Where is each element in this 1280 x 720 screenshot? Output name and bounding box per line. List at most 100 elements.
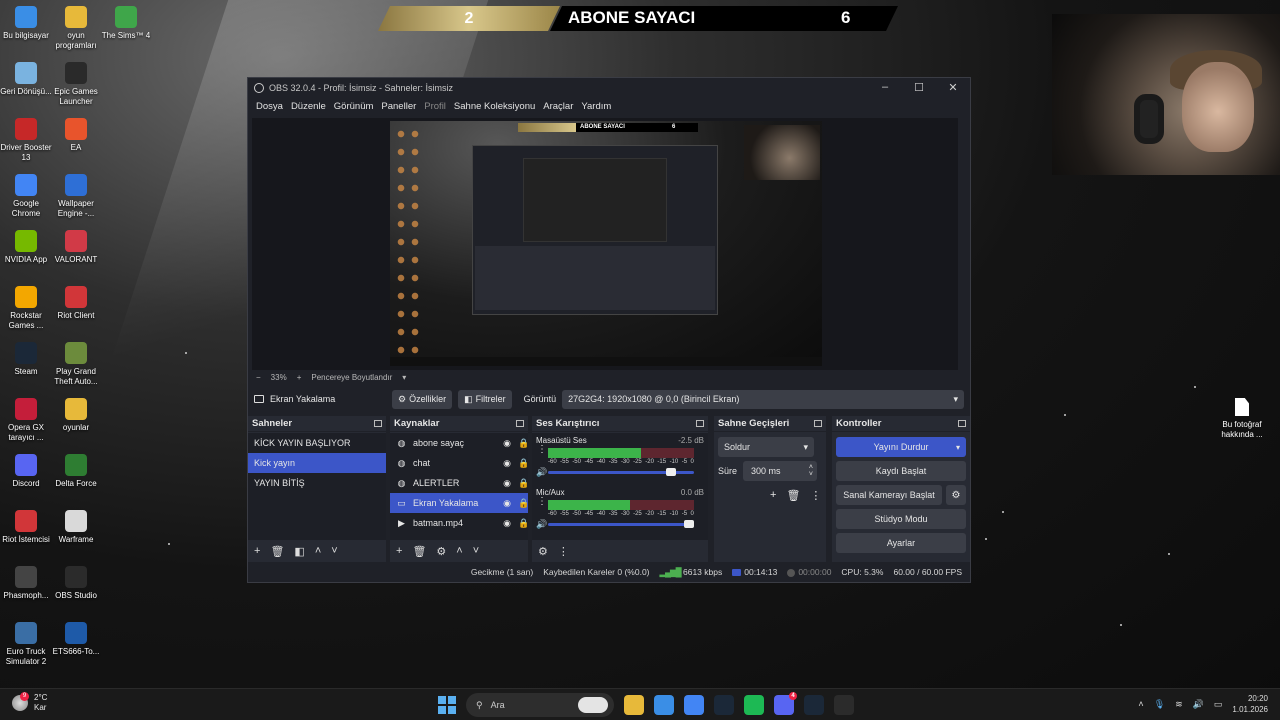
lock-icon[interactable]: 🔒 [518,518,529,529]
volume-slider[interactable] [548,520,694,528]
menu-araclar[interactable]: Araçlar [539,101,577,112]
search-box[interactable]: ⚲ Ara [466,693,614,717]
trash-icon[interactable]: 🗑 [270,545,284,558]
chrome-icon[interactable] [684,695,704,715]
spin-icon[interactable]: ˄ ˅ [809,464,813,478]
fit-window-button[interactable]: Pencereye Boyutlandır [311,373,392,382]
chevron-up-icon[interactable]: ˄ [1138,699,1143,709]
popout-icon[interactable] [958,420,966,427]
speaker-icon[interactable]: 🔊 [536,467,547,478]
desktop-icon[interactable]: Riot Client [50,286,102,321]
desktop-icon[interactable]: Phasmoph... [0,566,52,601]
minimize-icon[interactable]: – [868,81,902,94]
popout-icon[interactable] [374,420,382,427]
slider-knob[interactable] [684,520,694,528]
desktop-icon[interactable]: Rockstar Games ... [0,286,52,331]
studio-mode-button[interactable]: Stüdyo Modu [836,509,966,529]
chevron-down-icon[interactable]: ˅ [331,545,337,557]
menu-gorunum[interactable]: Görünüm [330,101,378,112]
add-icon[interactable]: + [254,545,260,557]
speaker-icon[interactable]: 🔊 [536,519,547,530]
start-virtual-cam-button[interactable]: Sanal Kamerayı Başlat [836,485,942,505]
scene-item[interactable]: KİCK YAYIN BAŞLIYOR [248,433,386,453]
monitor-app-icon[interactable] [654,695,674,715]
display-select[interactable]: 27G2G4: 1920x1080 @ 0,0 (Birincil Ekran)… [562,389,964,409]
scene-item[interactable]: Kick yayın [248,453,386,473]
preview-area[interactable]: ABONE SAYACI 6 [252,118,958,370]
desktop-file-photo-info[interactable]: Bu fotoğraf hakkında ... [1218,398,1266,440]
properties-button[interactable]: ⚙ Özellikler [392,389,453,409]
eye-icon[interactable]: ◉ [502,458,512,469]
wifi-icon[interactable]: ≋ [1175,699,1183,710]
steam-icon[interactable] [714,695,734,715]
zoom-in-button[interactable]: + [297,373,302,382]
eye-icon[interactable]: ◉ [502,438,512,449]
desktop-icon[interactable]: Riot İstemcisi [0,510,52,545]
speaker-icon[interactable]: 🔊 [1193,699,1204,710]
desktop-icon[interactable]: NVIDIA App [0,230,52,265]
desktop-icon[interactable]: OBS Studio [50,566,102,601]
desktop-icon[interactable]: Delta Force [50,454,102,489]
add-icon[interactable]: + [396,545,402,557]
menu-yardim[interactable]: Yardım [577,101,615,112]
more-icon[interactable]: ⋮ [558,545,569,558]
scene-item[interactable]: YAYIN BİTİŞ [248,473,386,493]
settings-button[interactable]: Ayarlar [836,533,966,553]
gear-icon[interactable]: ⚙ [946,485,966,505]
desktop-icon[interactable]: oyun programları [50,6,102,51]
popout-icon[interactable] [696,420,704,427]
desktop-icon[interactable]: VALORANT [50,230,102,265]
spotify-icon[interactable] [744,695,764,715]
lock-icon[interactable]: 🔒 [518,498,529,509]
file-explorer-icon[interactable] [624,695,644,715]
volume-slider[interactable] [548,468,694,476]
chevron-down-icon[interactable]: ▾ [402,373,406,382]
obs-window[interactable]: OBS 32.0.4 - Profil: İsimsiz - Sahneler:… [247,77,971,583]
menu-duzenle[interactable]: Düzenle [287,101,330,112]
eye-icon[interactable]: ◉ [502,518,512,529]
more-icon[interactable]: ⋮ [537,445,547,455]
desktop-icon[interactable]: Opera GX tarayıcı ... [0,398,52,443]
source-item[interactable]: ◍ chat ◉ 🔒 [390,453,530,473]
transition-select[interactable]: Soldur ▾ [718,437,814,457]
filters-button[interactable]: ◧ Filtreler [458,389,512,409]
chevron-up-icon[interactable]: ˄ [456,545,462,557]
desktop-icon[interactable]: Play Grand Theft Auto... [50,342,102,387]
desktop-icon[interactable]: Driver Booster 13 [0,118,52,163]
stop-stream-button[interactable]: Yayını Durdur ▾ [836,437,966,457]
trash-icon[interactable]: 🗑 [412,545,426,558]
lock-icon[interactable]: 🔒 [518,438,529,449]
filter-icon[interactable]: ◧ [294,545,304,558]
chevron-up-icon[interactable]: ˄ [315,545,321,557]
desktop-icon[interactable]: EA [50,118,102,153]
weather-widget[interactable]: 9 2°C Kar [12,692,47,713]
zoom-out-button[interactable]: − [256,373,261,382]
popout-icon[interactable] [814,420,822,427]
eye-icon[interactable]: ◉ [502,498,512,509]
trash-icon[interactable]: 🗑 [786,489,800,502]
desktop-icon[interactable]: Wallpaper Engine -... [50,174,102,219]
gear-icon[interactable]: ⚙ [436,545,446,558]
source-item[interactable]: ▭ Ekran Yakalama ◉ 🔒 [390,493,529,513]
advanced-audio-icon[interactable]: ⚙ [538,545,548,558]
desktop-icon[interactable]: Geri Dönüşü... [0,62,52,97]
lock-icon[interactable]: 🔒 [518,478,529,489]
program-preview[interactable]: ABONE SAYACI 6 [390,121,822,366]
add-icon[interactable]: + [770,489,776,502]
steam-icon[interactable] [804,695,824,715]
desktop-icon[interactable]: Euro Truck Simulator 2 [0,622,52,667]
lock-icon[interactable]: 🔒 [518,458,529,469]
menu-sahne-koleksiyonu[interactable]: Sahne Koleksiyonu [450,101,539,112]
microphone-icon[interactable]: 🎙 [1154,699,1165,710]
obs-titlebar[interactable]: OBS 32.0.4 - Profil: İsimsiz - Sahneler:… [248,78,970,97]
maximize-icon[interactable]: ☐ [902,81,936,94]
desktop-icon[interactable]: Google Chrome [0,174,52,219]
desktop-icon[interactable]: Bu bilgisayar [0,6,52,41]
desktop-icon[interactable]: ETS666-To... [50,622,102,657]
obs-icon[interactable] [834,695,854,715]
clock[interactable]: 20:20 1.01.2026 [1232,693,1268,715]
chevron-down-icon[interactable]: ▾ [956,443,960,452]
source-item[interactable]: ◍ ALERTLER ◉ 🔒 [390,473,530,493]
start-recording-button[interactable]: Kaydı Başlat [836,461,966,481]
source-item[interactable]: ◍ abone sayaç ◉ 🔒 [390,433,530,453]
